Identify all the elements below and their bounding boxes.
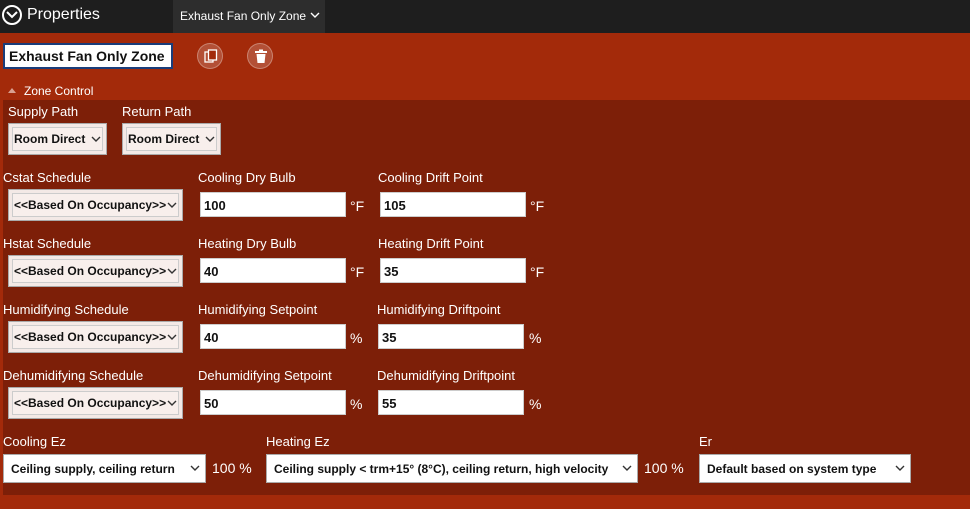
- humidifying-setpoint-input[interactable]: 40: [200, 324, 346, 349]
- chevron-down-icon: [167, 202, 177, 208]
- cooling-dry-bulb-input[interactable]: 100: [200, 192, 346, 217]
- collapse-properties-button[interactable]: [2, 5, 22, 25]
- chevron-down-icon: [91, 136, 101, 142]
- return-path-dropdown[interactable]: Room Direct: [122, 123, 221, 155]
- humidifying-setpoint-unit: %: [350, 330, 363, 346]
- title-bar: Properties Exhaust Fan Only Zone: [0, 0, 970, 33]
- dehumidifying-setpoint-label: Dehumidifying Setpoint: [198, 368, 332, 383]
- caret-up-icon: [8, 88, 16, 93]
- heating-ez-label: Heating Ez: [266, 434, 330, 449]
- object-selector-tab[interactable]: Exhaust Fan Only Zone: [173, 0, 325, 33]
- zone-control-panel: [3, 100, 970, 495]
- cooling-ez-dropdown[interactable]: Ceiling supply, ceiling return: [3, 454, 206, 483]
- chevron-down-icon: [622, 465, 632, 471]
- hstat-schedule-dropdown[interactable]: <<Based On Occupancy>>: [8, 255, 183, 287]
- supply-path-dropdown[interactable]: Room Direct: [8, 123, 107, 155]
- dehumidifying-schedule-label: Dehumidifying Schedule: [3, 368, 144, 383]
- chevron-down-icon: [167, 334, 177, 340]
- copy-icon: [204, 49, 218, 63]
- er-dropdown[interactable]: Default based on system type: [699, 454, 911, 483]
- trash-icon: [255, 49, 267, 63]
- cooling-drift-point-input[interactable]: 105: [380, 192, 526, 217]
- er-label: Er: [699, 434, 712, 449]
- heating-drift-point-unit: °F: [530, 264, 545, 280]
- humidifying-schedule-label: Humidifying Schedule: [3, 302, 129, 317]
- cooling-dry-bulb-unit: °F: [350, 198, 365, 214]
- delete-button[interactable]: [247, 43, 273, 69]
- cooling-ez-percent: 100 %: [212, 460, 252, 476]
- cooling-ez-label: Cooling Ez: [3, 434, 66, 449]
- humidifying-setpoint-label: Humidifying Setpoint: [198, 302, 318, 317]
- hstat-schedule-label: Hstat Schedule: [3, 236, 92, 251]
- zone-name-input[interactable]: Exhaust Fan Only Zone: [3, 43, 173, 69]
- zone-control-section-header[interactable]: Zone Control: [8, 84, 93, 98]
- dehumidifying-schedule-value: <<Based On Occupancy>>: [14, 396, 167, 410]
- return-path-label: Return Path: [122, 104, 192, 119]
- heating-drift-point-label: Heating Drift Point: [378, 236, 484, 251]
- cstat-schedule-label: Cstat Schedule: [3, 170, 92, 185]
- supply-path-value: Room Direct: [14, 132, 86, 146]
- er-value: Default based on system type: [707, 462, 877, 476]
- dehumidifying-driftpoint-label: Dehumidifying Driftpoint: [377, 368, 516, 383]
- heating-dry-bulb-input[interactable]: 40: [200, 258, 346, 283]
- cooling-drift-point-label: Cooling Drift Point: [378, 170, 483, 185]
- chevron-down-icon: [167, 268, 177, 274]
- heating-ez-dropdown[interactable]: Ceiling supply < trm+15° (8°C), ceiling …: [266, 454, 638, 483]
- heating-dry-bulb-label: Heating Dry Bulb: [198, 236, 297, 251]
- section-title: Zone Control: [24, 84, 94, 98]
- chevron-down-icon: [6, 11, 18, 19]
- dehumidifying-setpoint-input[interactable]: 50: [200, 390, 346, 415]
- chevron-down-icon: [205, 136, 215, 142]
- supply-path-label: Supply Path: [8, 104, 79, 119]
- panel-title: Properties: [27, 6, 100, 23]
- cstat-schedule-value: <<Based On Occupancy>>: [14, 198, 167, 212]
- cooling-ez-value: Ceiling supply, ceiling return: [11, 462, 175, 476]
- heating-dry-bulb-unit: °F: [350, 264, 365, 280]
- chevron-down-icon: [895, 465, 905, 471]
- chevron-down-icon: [167, 400, 177, 406]
- humidifying-driftpoint-unit: %: [529, 330, 542, 346]
- cstat-schedule-dropdown[interactable]: <<Based On Occupancy>>: [8, 189, 183, 221]
- copy-button[interactable]: [197, 43, 223, 69]
- heating-drift-point-input[interactable]: 35: [380, 258, 526, 283]
- humidifying-schedule-dropdown[interactable]: <<Based On Occupancy>>: [8, 321, 183, 353]
- chevron-down-icon: [190, 465, 200, 471]
- cooling-dry-bulb-label: Cooling Dry Bulb: [198, 170, 296, 185]
- chevron-down-icon: [310, 12, 320, 18]
- dehumidifying-driftpoint-unit: %: [529, 396, 542, 412]
- humidifying-schedule-value: <<Based On Occupancy>>: [14, 330, 167, 344]
- hstat-schedule-value: <<Based On Occupancy>>: [14, 264, 167, 278]
- heating-ez-value: Ceiling supply < trm+15° (8°C), ceiling …: [274, 462, 609, 476]
- tab-label: Exhaust Fan Only Zone: [180, 9, 307, 23]
- humidifying-driftpoint-input[interactable]: 35: [378, 324, 524, 349]
- dehumidifying-driftpoint-input[interactable]: 55: [378, 390, 524, 415]
- heating-ez-percent: 100 %: [644, 460, 684, 476]
- dehumidifying-schedule-dropdown[interactable]: <<Based On Occupancy>>: [8, 387, 183, 419]
- humidifying-driftpoint-label: Humidifying Driftpoint: [377, 302, 501, 317]
- dehumidifying-setpoint-unit: %: [350, 396, 363, 412]
- cooling-drift-point-unit: °F: [530, 198, 545, 214]
- return-path-value: Room Direct: [128, 132, 200, 146]
